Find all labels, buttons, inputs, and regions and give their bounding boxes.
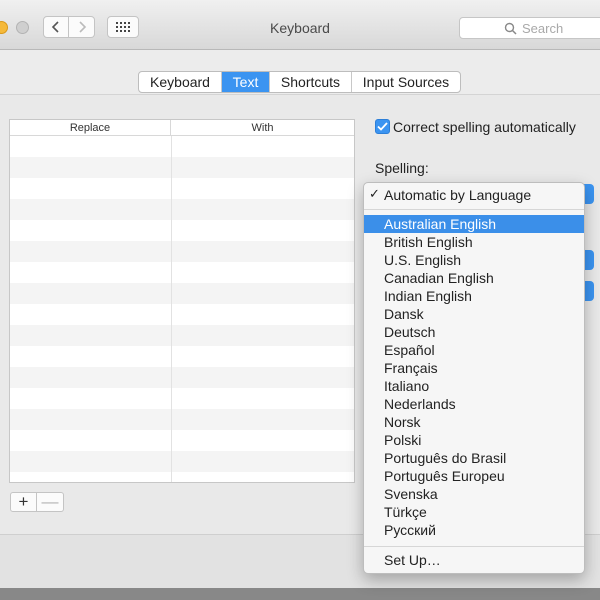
show-all-button[interactable] — [107, 16, 139, 38]
spelling-label: Spelling: — [375, 160, 429, 176]
table-header: Replace With — [10, 120, 354, 136]
back-button[interactable] — [43, 16, 69, 38]
menu-item-language[interactable]: Português do Brasil — [364, 449, 584, 467]
menu-item-automatic[interactable]: ✓ Automatic by Language — [364, 186, 584, 204]
add-remove-control: + — — [10, 492, 64, 512]
correct-spelling-checkbox[interactable] — [375, 119, 390, 134]
menu-item-language[interactable]: Australian English — [364, 215, 584, 233]
table-row[interactable] — [10, 283, 354, 304]
checkmark-icon: ✓ — [369, 186, 380, 201]
minimize-button[interactable] — [0, 21, 8, 34]
menu-item-language[interactable]: Dansk — [364, 305, 584, 323]
table-row[interactable] — [10, 346, 354, 367]
tab-shortcuts[interactable]: Shortcuts — [270, 72, 352, 92]
menu-item-language[interactable]: Русский — [364, 521, 584, 539]
menu-item-language[interactable]: Português Europeu — [364, 467, 584, 485]
menu-item-language[interactable]: Français — [364, 359, 584, 377]
correct-spelling-label[interactable]: Correct spelling automatically — [393, 119, 576, 135]
menu-separator — [364, 209, 584, 210]
menu-item-language[interactable]: Türkçe — [364, 503, 584, 521]
checkmark-icon — [377, 122, 388, 131]
menu-item-language[interactable]: Svenska — [364, 485, 584, 503]
table-row[interactable] — [10, 409, 354, 430]
menu-item-language[interactable]: Canadian English — [364, 269, 584, 287]
menu-item-language[interactable]: Deutsch — [364, 323, 584, 341]
column-header-with[interactable]: With — [171, 120, 354, 135]
spelling-popup-arrow[interactable] — [584, 184, 594, 204]
add-button[interactable]: + — [10, 492, 37, 512]
search-field[interactable]: Search — [459, 17, 600, 39]
bottom-edge — [0, 588, 600, 600]
chevron-right-icon — [78, 21, 86, 33]
menu-item-language[interactable]: Indian English — [364, 287, 584, 305]
table-rows — [10, 136, 354, 482]
menu-item-language[interactable]: U.S. English — [364, 251, 584, 269]
table-row[interactable] — [10, 157, 354, 178]
table-row[interactable] — [10, 472, 354, 482]
menu-item-language[interactable]: Italiano — [364, 377, 584, 395]
popup-arrow-3[interactable] — [584, 281, 594, 301]
remove-button[interactable]: — — [37, 492, 64, 512]
chevron-left-icon — [51, 21, 59, 33]
table-row[interactable] — [10, 388, 354, 409]
menu-item-label: Automatic by Language — [384, 187, 532, 203]
table-row[interactable] — [10, 178, 354, 199]
column-header-replace[interactable]: Replace — [10, 120, 171, 135]
menu-separator — [364, 546, 584, 547]
table-row[interactable] — [10, 136, 354, 157]
replacement-table[interactable]: Replace With — [9, 119, 355, 483]
menu-item-language[interactable]: Polski — [364, 431, 584, 449]
window-title: Keyboard — [270, 20, 330, 36]
menu-item-set-up[interactable]: Set Up… — [364, 551, 584, 569]
column-divider — [171, 136, 172, 482]
menu-item-language[interactable]: Norsk — [364, 413, 584, 431]
table-row[interactable] — [10, 241, 354, 262]
table-row[interactable] — [10, 262, 354, 283]
menu-item-language[interactable]: British English — [364, 233, 584, 251]
menu-item-language[interactable]: Español — [364, 341, 584, 359]
table-row[interactable] — [10, 304, 354, 325]
spelling-dropdown-menu: ✓ Automatic by Language Australian Engli… — [363, 182, 585, 574]
tab-text[interactable]: Text — [222, 72, 270, 92]
tab-keyboard[interactable]: Keyboard — [139, 72, 222, 92]
table-row[interactable] — [10, 325, 354, 346]
table-row[interactable] — [10, 451, 354, 472]
menu-item-language[interactable]: Nederlands — [364, 395, 584, 413]
search-icon — [504, 22, 517, 35]
tab-bar: Keyboard Text Shortcuts Input Sources — [138, 71, 461, 93]
table-row[interactable] — [10, 430, 354, 451]
search-placeholder: Search — [522, 20, 564, 36]
popup-arrow-2[interactable] — [584, 250, 594, 270]
zoom-button[interactable] — [16, 21, 29, 34]
forward-button[interactable] — [69, 16, 95, 38]
tab-input-sources[interactable]: Input Sources — [352, 72, 460, 92]
table-row[interactable] — [10, 199, 354, 220]
grid-icon — [116, 22, 130, 32]
title-bar: Keyboard Search — [0, 0, 600, 50]
table-row[interactable] — [10, 367, 354, 388]
table-row[interactable] — [10, 220, 354, 241]
